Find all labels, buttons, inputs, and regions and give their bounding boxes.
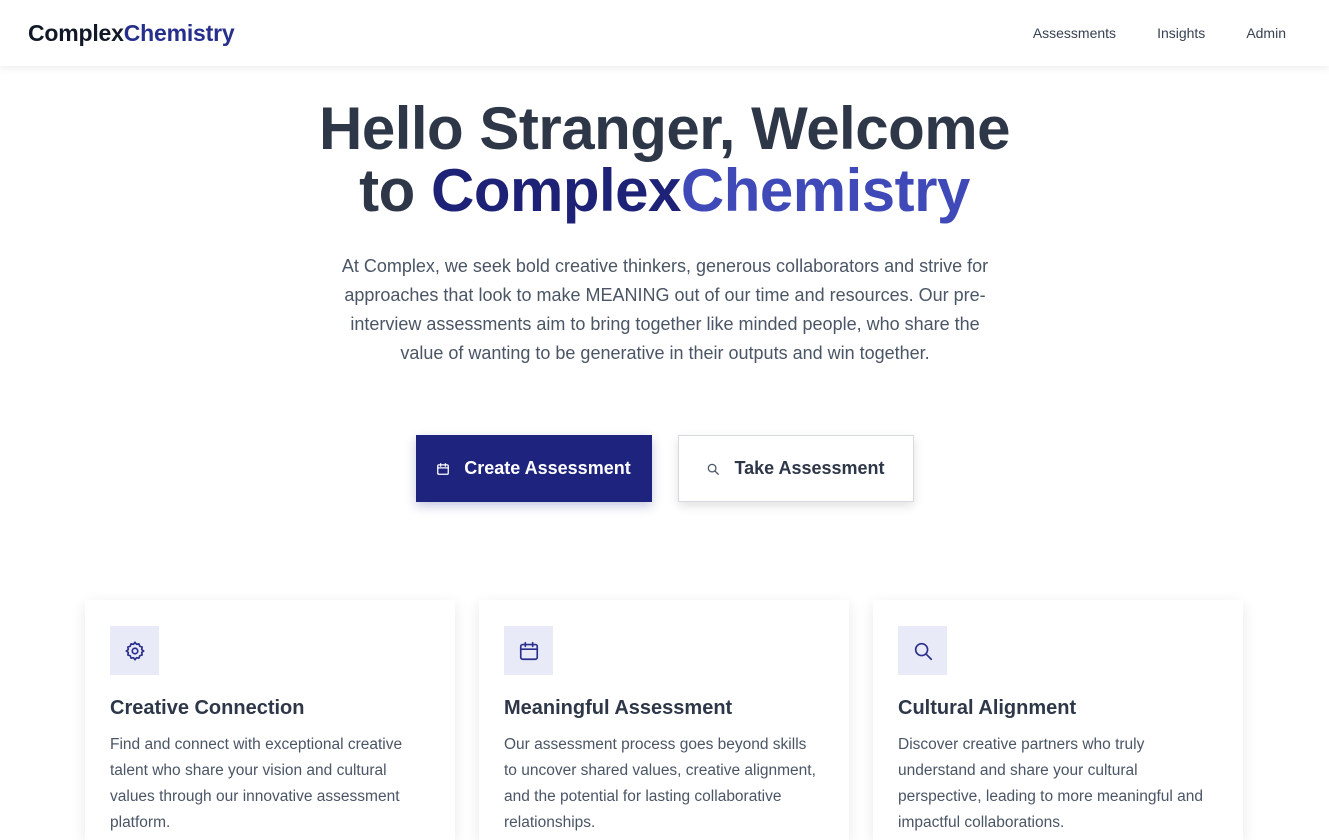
create-assessment-label: Create Assessment bbox=[464, 458, 631, 478]
hero-description: At Complex, we seek bold creative thinke… bbox=[341, 256, 989, 363]
feature-title: Creative Connection bbox=[110, 697, 305, 719]
take-assessment-button[interactable]: Take Assessment bbox=[677, 435, 914, 502]
feature-text: Find and connect with exceptional creati… bbox=[110, 736, 403, 831]
brand-part-complex: Complex bbox=[28, 19, 124, 46]
take-assessment-label: Take Assessment bbox=[734, 458, 885, 478]
calendar-icon bbox=[504, 626, 553, 675]
feature-text: Discover creative partners who truly und… bbox=[898, 736, 1204, 831]
top-navigation: ComplexChemistry Assessments Insights Ad… bbox=[0, 0, 1329, 66]
nav-link-assessments[interactable]: Assessments bbox=[1033, 25, 1116, 41]
brand-part-chemistry: Chemistry bbox=[123, 19, 235, 46]
feature-card-creative-connection: Creative Connection Find and connect wit… bbox=[85, 600, 455, 840]
hero-title-to: to bbox=[359, 157, 415, 224]
feature-cards: Creative Connection Find and connect wit… bbox=[85, 600, 1245, 840]
hero-actions: Create Assessment Take Assessment bbox=[0, 435, 1329, 502]
create-assessment-button[interactable]: Create Assessment bbox=[415, 435, 652, 502]
brand-logo[interactable]: ComplexChemistry bbox=[28, 19, 235, 47]
main-nav: Assessments Insights Admin bbox=[1033, 25, 1286, 41]
calendar-icon bbox=[436, 462, 450, 476]
nav-link-insights[interactable]: Insights bbox=[1157, 25, 1205, 41]
search-icon bbox=[706, 462, 720, 476]
feature-card-meaningful-assessment: Meaningful Assessment Our assessment pro… bbox=[479, 600, 849, 840]
hero-title-brand-part2: Chemistry bbox=[680, 157, 970, 224]
nav-link-admin[interactable]: Admin bbox=[1246, 25, 1286, 41]
gear-icon bbox=[110, 626, 159, 675]
hero-title-line1: Hello Stranger, Welcome bbox=[319, 95, 1010, 162]
feature-card-cultural-alignment: Cultural Alignment Discover creative par… bbox=[873, 600, 1243, 840]
feature-title: Cultural Alignment bbox=[898, 697, 1077, 719]
search-icon bbox=[898, 626, 947, 675]
feature-title: Meaningful Assessment bbox=[504, 697, 733, 719]
hero-title: Hello Stranger, Welcome to ComplexChemis… bbox=[0, 98, 1329, 222]
hero-title-brand-part1: Complex bbox=[430, 157, 681, 224]
feature-text: Our assessment process goes beyond skill… bbox=[504, 736, 816, 831]
